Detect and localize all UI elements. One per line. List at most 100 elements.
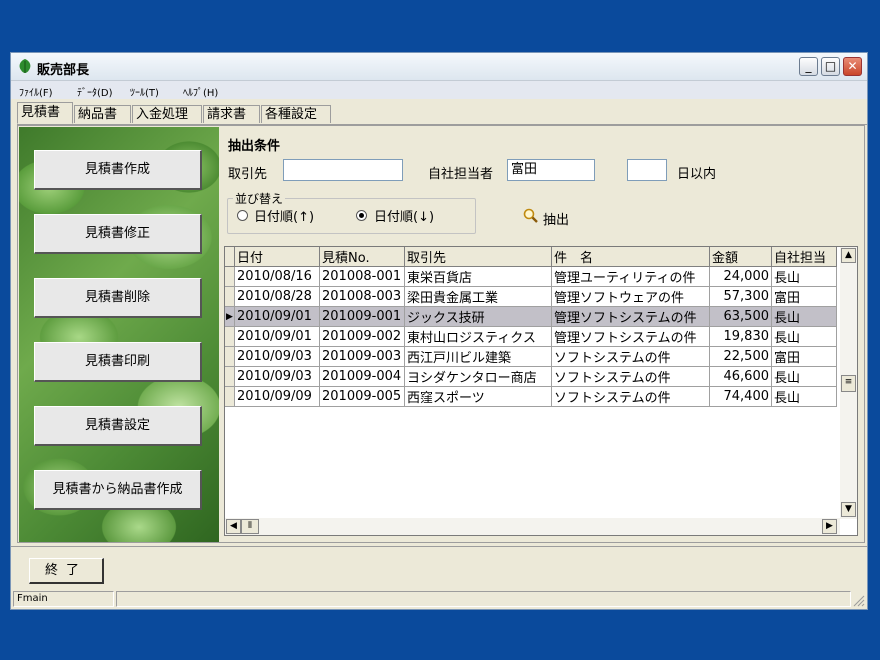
- cell-date[interactable]: 2010/09/01: [234, 326, 320, 347]
- cell-subject[interactable]: 管理ソフトシステムの件: [551, 326, 710, 347]
- maximize-button[interactable]: □: [821, 57, 840, 76]
- horizontal-scrollbar[interactable]: ◀ ⦀ ▶: [225, 518, 840, 535]
- cell-customer[interactable]: 西江戸川ビル建築: [404, 346, 552, 367]
- edit-quotation-button[interactable]: 見積書修正: [34, 214, 202, 254]
- cell-no[interactable]: 201008-001: [319, 266, 405, 287]
- minimize-button[interactable]: _: [799, 57, 818, 76]
- table-row[interactable]: 2010/09/09 201009-005 西窪スポーツ ソフトシステムの件 74,40…: [225, 386, 837, 407]
- sort-asc-radio[interactable]: [237, 210, 248, 221]
- cell-no[interactable]: 201009-001: [319, 306, 405, 327]
- tab-quotation[interactable]: 見積書: [17, 102, 73, 124]
- menu-help[interactable]: ﾍﾙﾌﾟ(H): [183, 84, 218, 99]
- column-header-amount[interactable]: 金額: [709, 247, 772, 267]
- vertical-scrollbar[interactable]: ▲ ≡ ▼: [840, 247, 857, 519]
- cell-customer[interactable]: ヨシダケンタロー商店: [404, 366, 552, 387]
- cell-amount[interactable]: 46,600: [709, 366, 772, 387]
- column-header-no[interactable]: 見積No.: [319, 247, 405, 267]
- cell-subject[interactable]: ソフトシステムの件: [551, 386, 710, 407]
- quotation-settings-button[interactable]: 見積書設定: [34, 406, 202, 446]
- close-button[interactable]: ✕: [843, 57, 862, 76]
- cell-no[interactable]: 201009-005: [319, 386, 405, 407]
- table-row[interactable]: 2010/09/03 201009-003 西江戸川ビル建築 ソフトシステムの件 22,…: [225, 346, 837, 367]
- cell-subject[interactable]: 管理ソフトシステムの件: [551, 306, 710, 327]
- row-indicator[interactable]: [225, 346, 235, 367]
- cell-date[interactable]: 2010/09/01: [234, 306, 320, 327]
- cell-amount[interactable]: 74,400: [709, 386, 772, 407]
- row-indicator[interactable]: [225, 266, 235, 287]
- cell-customer[interactable]: 西窪スポーツ: [404, 386, 552, 407]
- column-header-customer[interactable]: 取引先: [404, 247, 552, 267]
- cell-staff[interactable]: 長山: [771, 366, 837, 387]
- sort-asc-label[interactable]: 日付順(↑): [254, 206, 314, 225]
- table-row-selected[interactable]: ▶ 2010/09/01 201009-001 ジックス技研 管理ソフトシステムの件 63…: [225, 306, 837, 327]
- menu-tools[interactable]: ﾂｰﾙ(T): [130, 84, 159, 99]
- cell-date[interactable]: 2010/08/28: [234, 286, 320, 307]
- cell-amount[interactable]: 24,000: [709, 266, 772, 287]
- resize-grip-icon[interactable]: [852, 594, 865, 607]
- tab-delivery[interactable]: 納品書: [74, 105, 131, 123]
- row-indicator[interactable]: [225, 286, 235, 307]
- cell-no[interactable]: 201008-003: [319, 286, 405, 307]
- tab-settings[interactable]: 各種設定: [261, 105, 331, 123]
- days-input[interactable]: [627, 159, 667, 181]
- cell-staff[interactable]: 長山: [771, 326, 837, 347]
- scroll-up-icon[interactable]: ▲: [841, 248, 856, 263]
- cell-subject[interactable]: 管理ソフトウェアの件: [551, 286, 710, 307]
- cell-amount[interactable]: 22,500: [709, 346, 772, 367]
- table-row[interactable]: 2010/09/01 201009-002 東村山ロジスティクス 管理ソフトシステムの…: [225, 326, 837, 347]
- cell-date[interactable]: 2010/08/16: [234, 266, 320, 287]
- cell-customer[interactable]: 梁田貴金属工業: [404, 286, 552, 307]
- column-header-subject[interactable]: 件 名: [551, 247, 710, 267]
- table-row[interactable]: 2010/08/28 201008-003 梁田貴金属工業 管理ソフトウェアの件 57,…: [225, 286, 837, 307]
- cell-staff[interactable]: 富田: [771, 286, 837, 307]
- scroll-left-icon[interactable]: ◀: [226, 519, 241, 534]
- row-indicator[interactable]: [225, 366, 235, 387]
- cell-subject[interactable]: 管理ユーティリティの件: [551, 266, 710, 287]
- create-quotation-button[interactable]: 見積書作成: [34, 150, 202, 190]
- column-header-date[interactable]: 日付: [234, 247, 320, 267]
- cell-customer[interactable]: 東栄百貨店: [404, 266, 552, 287]
- cell-customer[interactable]: ジックス技研: [404, 306, 552, 327]
- scroll-down-icon[interactable]: ▼: [841, 502, 856, 517]
- table-row[interactable]: 2010/08/16 201008-001 東栄百貨店 管理ユーティリティの件 24,0…: [225, 266, 837, 287]
- sort-desc-label[interactable]: 日付順(↓): [374, 206, 434, 225]
- column-header-staff[interactable]: 自社担当: [771, 247, 837, 267]
- customer-input[interactable]: [283, 159, 403, 181]
- exit-button[interactable]: 終了: [29, 558, 104, 584]
- sort-desc-radio[interactable]: [356, 210, 367, 221]
- scroll-right-icon[interactable]: ▶: [822, 519, 837, 534]
- staff-input[interactable]: 富田: [507, 159, 595, 181]
- cell-subject[interactable]: ソフトシステムの件: [551, 346, 710, 367]
- extract-button[interactable]: 抽出: [543, 209, 569, 228]
- cell-amount[interactable]: 19,830: [709, 326, 772, 347]
- cell-no[interactable]: 201009-003: [319, 346, 405, 367]
- current-row-arrow-icon[interactable]: ▶: [225, 306, 235, 327]
- cell-no[interactable]: 201009-004: [319, 366, 405, 387]
- tab-invoice[interactable]: 請求書: [203, 105, 260, 123]
- delete-quotation-button[interactable]: 見積書削除: [34, 278, 202, 318]
- magnifier-icon[interactable]: [523, 208, 539, 224]
- tab-payment[interactable]: 入金処理: [132, 105, 202, 123]
- cell-staff[interactable]: 長山: [771, 386, 837, 407]
- scroll-thumb-vertical[interactable]: ≡: [841, 375, 856, 392]
- cell-staff[interactable]: 長山: [771, 306, 837, 327]
- quotation-to-delivery-button[interactable]: 見積書から納品書作成: [34, 470, 202, 510]
- cell-amount[interactable]: 63,500: [709, 306, 772, 327]
- cell-no[interactable]: 201009-002: [319, 326, 405, 347]
- cell-customer[interactable]: 東村山ロジスティクス: [404, 326, 552, 347]
- cell-date[interactable]: 2010/09/09: [234, 386, 320, 407]
- cell-date[interactable]: 2010/09/03: [234, 346, 320, 367]
- menu-file[interactable]: ﾌｧｲﾙ(F): [19, 84, 53, 99]
- row-indicator[interactable]: [225, 326, 235, 347]
- cell-subject[interactable]: ソフトシステムの件: [551, 366, 710, 387]
- table-row[interactable]: 2010/09/03 201009-004 ヨシダケンタロー商店 ソフトシステムの件 4…: [225, 366, 837, 387]
- cell-amount[interactable]: 57,300: [709, 286, 772, 307]
- print-quotation-button[interactable]: 見積書印刷: [34, 342, 202, 382]
- sort-title: 並び替え: [233, 190, 286, 207]
- scroll-thumb-horizontal[interactable]: ⦀: [241, 519, 259, 534]
- menu-data[interactable]: ﾃﾞｰﾀ(D): [77, 84, 113, 99]
- row-indicator[interactable]: [225, 386, 235, 407]
- cell-staff[interactable]: 長山: [771, 266, 837, 287]
- cell-staff[interactable]: 富田: [771, 346, 837, 367]
- cell-date[interactable]: 2010/09/03: [234, 366, 320, 387]
